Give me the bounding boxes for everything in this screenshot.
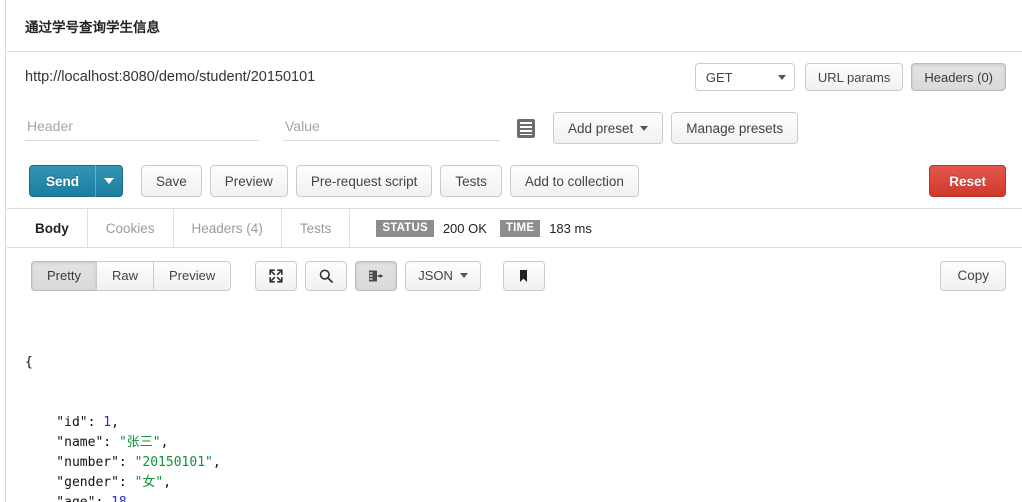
- json-key: "id": [25, 415, 88, 430]
- time-badge-label: TIME: [499, 219, 541, 237]
- http-method-select[interactable]: GET: [694, 63, 795, 91]
- request-url-row: GET URL params Headers (0): [7, 52, 1022, 102]
- add-preset-button[interactable]: Add preset: [553, 112, 664, 144]
- status-value: 200 OK: [442, 220, 487, 236]
- json-comma: ,: [160, 435, 169, 450]
- view-raw-button[interactable]: Raw: [95, 260, 153, 291]
- tab-headers[interactable]: Headers (4): [174, 209, 282, 247]
- json-line: "number": "20150101",: [25, 453, 1022, 473]
- window-left-gutter: [0, 0, 6, 502]
- json-line: "age": 18,: [25, 493, 1022, 502]
- bookmark-button[interactable]: [502, 260, 545, 291]
- status-badge-label: STATUS: [376, 219, 434, 237]
- headers-toggle-button[interactable]: Headers (0): [911, 63, 1006, 91]
- view-pretty-button[interactable]: Pretty: [31, 260, 96, 291]
- page-title-bar: 通过学号查询学生信息: [7, 0, 1022, 52]
- send-options-button[interactable]: [95, 165, 124, 197]
- response-tabs: Body Cookies Headers (4) Tests STATUS 20…: [7, 208, 1022, 248]
- response-meta: STATUS 200 OK TIME 183 ms: [350, 209, 596, 247]
- json-line: "name": "张三",: [25, 433, 1022, 453]
- bulk-edit-icon[interactable]: [517, 118, 535, 138]
- add-to-collection-button[interactable]: Add to collection: [509, 165, 639, 197]
- bookmark-icon: [520, 269, 528, 282]
- view-preview-button[interactable]: Preview: [152, 260, 232, 291]
- json-key: "gender": [25, 475, 119, 490]
- response-format-value: JSON: [418, 268, 453, 283]
- wrap-lines-button[interactable]: [355, 260, 398, 291]
- json-key: "name": [25, 435, 104, 450]
- pre-request-script-button[interactable]: Pre-request script: [295, 165, 433, 197]
- json-key: "age": [25, 495, 95, 502]
- tab-cookies[interactable]: Cookies: [88, 209, 174, 247]
- json-value: "女": [134, 475, 164, 490]
- tab-tests[interactable]: Tests: [282, 209, 351, 247]
- json-line: "id": 1,: [25, 413, 1022, 433]
- json-comma: ,: [127, 495, 135, 502]
- http-method-value: GET: [705, 69, 733, 85]
- response-viewer-toolbar: Pretty Raw Preview JSON Copy: [7, 248, 1022, 303]
- json-separator: :: [95, 495, 111, 502]
- json-comma: ,: [212, 455, 221, 470]
- url-input[interactable]: [25, 64, 681, 90]
- chevron-down-icon: [777, 74, 786, 80]
- json-separator: :: [118, 455, 135, 470]
- json-value: "20150101": [134, 455, 213, 470]
- json-key: "number": [25, 455, 119, 470]
- expand-arrows-icon: [269, 268, 283, 283]
- json-separator: :: [103, 435, 119, 450]
- search-button[interactable]: [305, 260, 348, 291]
- reset-button[interactable]: Reset: [929, 165, 1006, 197]
- chevron-down-icon: [640, 125, 649, 131]
- json-separator: :: [118, 475, 135, 490]
- wrap-lines-icon: [369, 270, 384, 281]
- json-value: "张三": [118, 435, 161, 450]
- page-title: 通过学号查询学生信息: [25, 19, 160, 36]
- url-params-button[interactable]: URL params: [804, 63, 904, 91]
- preview-button[interactable]: Preview: [209, 165, 288, 197]
- preset-buttons: Add preset Manage presets: [553, 112, 799, 144]
- send-button[interactable]: Send: [29, 165, 96, 197]
- tests-button[interactable]: Tests: [440, 165, 502, 197]
- postman-interceptor-window: 通过学号查询学生信息 GET URL params Headers (0) Ad…: [0, 0, 1022, 502]
- manage-presets-button[interactable]: Manage presets: [671, 112, 799, 144]
- caret-down-icon: [104, 178, 115, 184]
- json-line-open: {: [25, 355, 33, 370]
- send-button-group: Send: [29, 165, 124, 197]
- json-lines: "id": 1, "name": "张三", "number": "201501…: [25, 413, 1022, 502]
- response-body-json[interactable]: { "id": 1, "name": "张三", "number": "2015…: [7, 303, 1022, 502]
- json-comma: ,: [163, 475, 172, 490]
- copy-button[interactable]: Copy: [940, 260, 1006, 291]
- tab-body[interactable]: Body: [17, 209, 88, 247]
- response-format-select[interactable]: JSON: [405, 260, 481, 291]
- save-button[interactable]: Save: [141, 165, 202, 197]
- json-comma: ,: [111, 415, 119, 430]
- time-value: 183 ms: [549, 220, 592, 236]
- search-icon: [319, 268, 334, 283]
- json-separator: :: [87, 415, 104, 430]
- url-row-buttons: URL params Headers (0): [804, 63, 1006, 91]
- window-content: 通过学号查询学生信息 GET URL params Headers (0) Ad…: [7, 0, 1022, 502]
- expand-button[interactable]: [255, 260, 298, 291]
- chevron-down-icon: [459, 273, 468, 278]
- json-line: "gender": "女",: [25, 473, 1022, 493]
- add-preset-label: Add preset: [568, 120, 634, 136]
- viewer-mode-group: Pretty Raw Preview: [31, 260, 232, 291]
- request-actions-row: Send Save Preview Pre-request script Tes…: [7, 154, 1022, 208]
- json-value: 18: [111, 495, 127, 502]
- request-secondary-actions: Save Preview Pre-request script Tests Ad…: [141, 165, 639, 197]
- header-value-input[interactable]: [283, 115, 500, 141]
- headers-editor-row: Add preset Manage presets: [7, 102, 1022, 154]
- header-key-input[interactable]: [25, 115, 259, 141]
- json-value: 1: [103, 415, 112, 430]
